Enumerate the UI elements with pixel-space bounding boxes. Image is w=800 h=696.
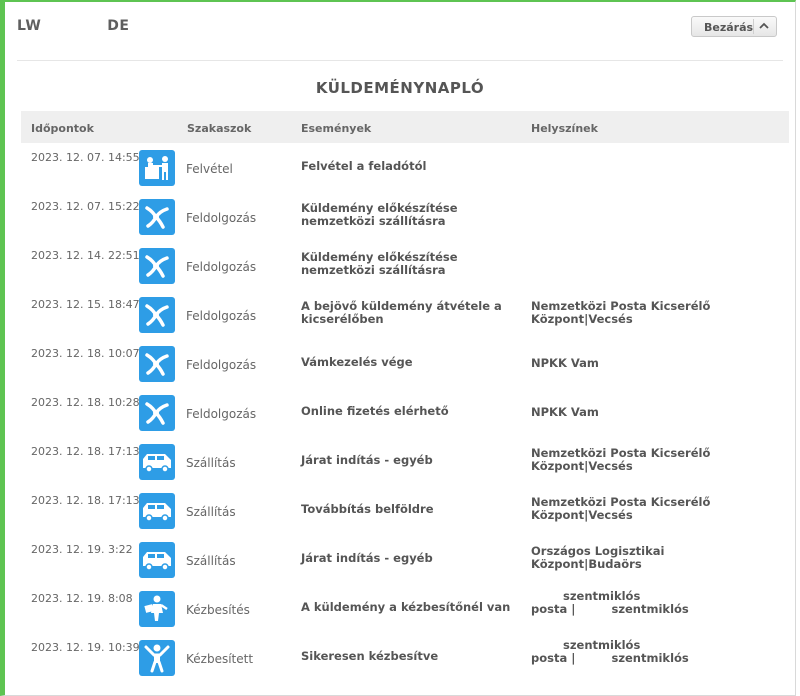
row-location: Országos Logisztikai Központ|Budaörs xyxy=(531,544,665,571)
table-row: 2023. 12. 07. 15:22 Feldolgozás Küldemény … xyxy=(21,192,789,241)
tracking-number: LW DE xyxy=(17,18,129,34)
row-location: NPKK Vam xyxy=(531,356,599,370)
row-location-line1: szentmiklós xyxy=(563,638,641,652)
table-row: 2023. 12. 14. 22:51 Feldolgozás Küldemény … xyxy=(21,241,789,290)
row-location: szentmiklós posta | szentmiklós xyxy=(531,589,689,616)
row-location-line2b: szentmiklós xyxy=(611,651,689,665)
row-phase: Feldolgozás xyxy=(186,260,257,274)
row-time: 2023. 12. 07. 14:55 xyxy=(31,151,140,164)
processing-icon xyxy=(139,248,175,284)
shipment-log-table: Időpontok Szakaszok Események Helyszínek… xyxy=(21,111,789,682)
row-event: Továbbítás belföldre xyxy=(301,502,434,516)
row-location-line2a: posta xyxy=(531,602,568,616)
van-icon xyxy=(139,444,175,480)
close-button[interactable]: Bezárás xyxy=(691,16,777,37)
table-row: 2023. 12. 19. 8:08 Kézbesítés A küldemény … xyxy=(21,584,789,633)
row-phase: Feldolgozás xyxy=(186,407,257,421)
processing-icon xyxy=(139,199,175,235)
row-event: Felvétel a feladótól xyxy=(301,159,427,173)
row-event: Járat indítás - egyéb xyxy=(301,551,433,565)
row-location-line1: szentmiklós xyxy=(563,589,641,603)
tracking-prefix: LW xyxy=(17,18,42,34)
row-time: 2023. 12. 19. 10:39 xyxy=(31,641,140,654)
row-time: 2023. 12. 18. 17:13 xyxy=(31,445,140,458)
row-event: Küldemény előkészítése nemzetközi szállí… xyxy=(301,201,458,228)
col-header-event: Események xyxy=(301,122,372,135)
row-time: 2023. 12. 14. 22:51 xyxy=(31,249,140,262)
row-time: 2023. 12. 07. 15:22 xyxy=(31,200,140,213)
close-button-label: Bezárás xyxy=(704,21,754,34)
van-icon xyxy=(139,542,175,578)
redacted-block xyxy=(579,604,612,615)
courier-icon xyxy=(139,591,175,627)
processing-icon xyxy=(139,395,175,431)
row-phase: Szállítás xyxy=(186,554,236,568)
col-header-phase: Szakaszok xyxy=(187,122,252,135)
tracking-suffix: DE xyxy=(107,18,130,34)
row-event: Küldemény előkészítése nemzetközi szállí… xyxy=(301,250,458,277)
table-row: 2023. 12. 18. 10:28 Feldolgozás Online fiz… xyxy=(21,388,789,437)
table-row: 2023. 12. 18. 17:13 Szállítás Továbbítás b… xyxy=(21,486,789,535)
processing-icon xyxy=(139,346,175,382)
redacted-block xyxy=(531,591,563,602)
table-row: 2023. 12. 07. 14:55 Felvétel Felvétel a fe… xyxy=(21,143,789,192)
redacted-block xyxy=(41,19,108,33)
row-location: NPKK Vam xyxy=(531,405,599,419)
table-row: 2023. 12. 15. 18:47 Feldolgozás A bejövő k… xyxy=(21,290,789,339)
row-location-line2b: szentmiklós xyxy=(611,602,689,616)
reception-icon xyxy=(139,150,175,186)
row-phase: Felvétel xyxy=(186,162,233,176)
table-body: 2023. 12. 07. 14:55 Felvétel Felvétel a fe… xyxy=(21,143,789,682)
redacted-block xyxy=(531,640,563,651)
row-time: 2023. 12. 18. 10:07 xyxy=(31,347,140,360)
row-phase: Feldolgozás xyxy=(186,211,257,225)
table-header: Időpontok Szakaszok Események Helyszínek xyxy=(21,111,789,143)
row-phase: Szállítás xyxy=(186,505,236,519)
row-location: Nemzetközi Posta Kicserélő Központ|Vecsé… xyxy=(531,495,711,522)
table-row: 2023. 12. 18. 17:13 Szállítás Járat indítá… xyxy=(21,437,789,486)
delivered-icon xyxy=(139,640,175,676)
row-phase: Szállítás xyxy=(186,456,236,470)
table-row: 2023. 12. 19. 3:22 Szállítás Járat indítás… xyxy=(21,535,789,584)
row-phase: Feldolgozás xyxy=(186,309,257,323)
page-title: KÜLDEMÉNYNAPLÓ xyxy=(315,79,485,97)
row-event: Járat indítás - egyéb xyxy=(301,453,433,467)
row-time: 2023. 12. 15. 18:47 xyxy=(31,298,140,311)
row-time: 2023. 12. 18. 10:28 xyxy=(31,396,140,409)
row-phase: Feldolgozás xyxy=(186,358,257,372)
row-event: A küldemény a kézbesítőnél van xyxy=(301,600,511,614)
button-divider xyxy=(753,19,754,34)
table-row: 2023. 12. 18. 10:07 Feldolgozás Vámkezelés… xyxy=(21,339,789,388)
table-row: 2023. 12. 19. 10:39 Kézbesített Sikeresen … xyxy=(21,633,789,682)
tracking-panel: LW DE Bezárás KÜLDEMÉNYNAPLÓ Időpontok Sz… xyxy=(0,0,796,696)
chevron-up-icon xyxy=(759,22,769,29)
row-event: A bejövő küldemény átvétele a kicserélőb… xyxy=(301,299,502,326)
row-location: Nemzetközi Posta Kicserélő Központ|Vecsé… xyxy=(531,299,711,326)
van-icon xyxy=(139,493,175,529)
row-location: Nemzetközi Posta Kicserélő Központ|Vecsé… xyxy=(531,446,711,473)
row-location-line2a: posta xyxy=(531,651,568,665)
row-phase: Kézbesített xyxy=(186,652,254,666)
row-event: Sikeresen kézbesítve xyxy=(301,649,439,663)
row-time: 2023. 12. 19. 3:22 xyxy=(31,543,133,556)
row-location: szentmiklós posta | szentmiklós xyxy=(531,638,689,665)
col-header-location: Helyszínek xyxy=(531,122,598,135)
row-event: Vámkezelés vége xyxy=(301,355,413,369)
row-phase: Kézbesítés xyxy=(186,603,250,617)
row-event: Online fizetés elérhető xyxy=(301,404,449,418)
row-time: 2023. 12. 19. 8:08 xyxy=(31,592,133,605)
panel-header: LW DE Bezárás xyxy=(17,16,783,61)
processing-icon xyxy=(139,297,175,333)
redacted-block xyxy=(579,653,612,664)
row-time: 2023. 12. 18. 17:13 xyxy=(31,494,140,507)
col-header-time: Időpontok xyxy=(31,122,94,135)
